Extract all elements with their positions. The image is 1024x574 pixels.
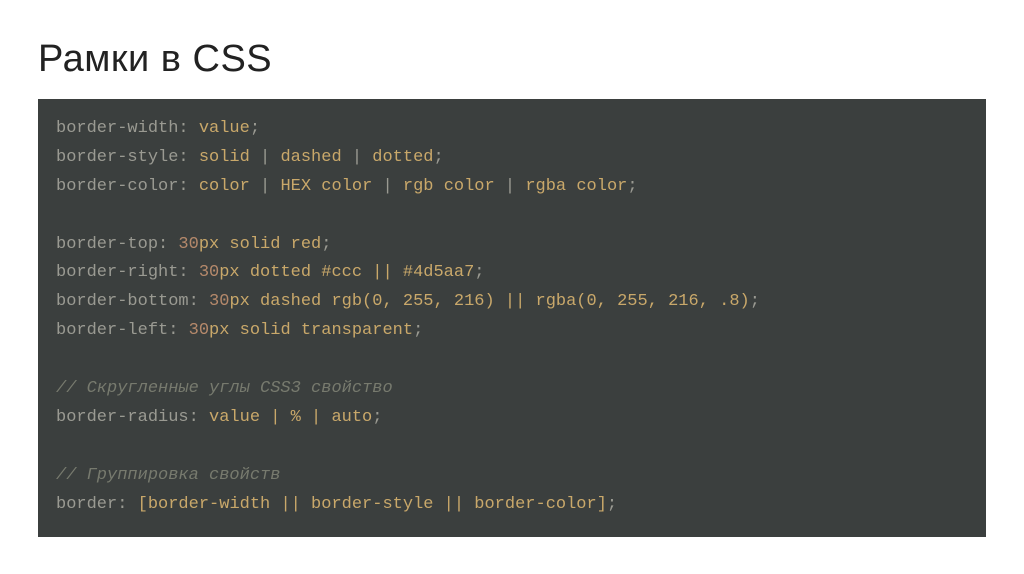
code-line: border-width: value; xyxy=(56,115,968,144)
code-comment: // Скругленные углы CSS3 свойство xyxy=(56,375,968,404)
blank-line xyxy=(56,202,968,231)
css-property: border-color: xyxy=(56,177,189,196)
css-value: value xyxy=(199,119,250,138)
blank-line xyxy=(56,433,968,462)
punct: ; xyxy=(250,119,260,138)
css-property: border-width: xyxy=(56,119,189,138)
slide: Рамки в CSS border-width: value;border-s… xyxy=(0,0,1024,574)
css-property: border-style: xyxy=(56,148,189,167)
code-block: border-width: value;border-style: solid … xyxy=(38,99,986,537)
code-line: border-left: 30px solid transparent; xyxy=(56,317,968,346)
code-line: border-bottom: 30px dashed rgb(0, 255, 2… xyxy=(56,288,968,317)
code-line: border-radius: value | % | auto; xyxy=(56,404,968,433)
code-line: border-color: color | HEX color | rgb co… xyxy=(56,173,968,202)
code-line: border: [border-width || border-style ||… xyxy=(56,491,968,520)
slide-title: Рамки в CSS xyxy=(38,38,986,81)
code-comment: // Группировка свойств xyxy=(56,462,968,491)
code-line: border-top: 30px solid red; xyxy=(56,231,968,260)
blank-line xyxy=(56,346,968,375)
code-line: border-style: solid | dashed | dotted; xyxy=(56,144,968,173)
code-line: border-right: 30px dotted #ccc || #4d5aa… xyxy=(56,259,968,288)
css-value: solid xyxy=(199,148,250,167)
